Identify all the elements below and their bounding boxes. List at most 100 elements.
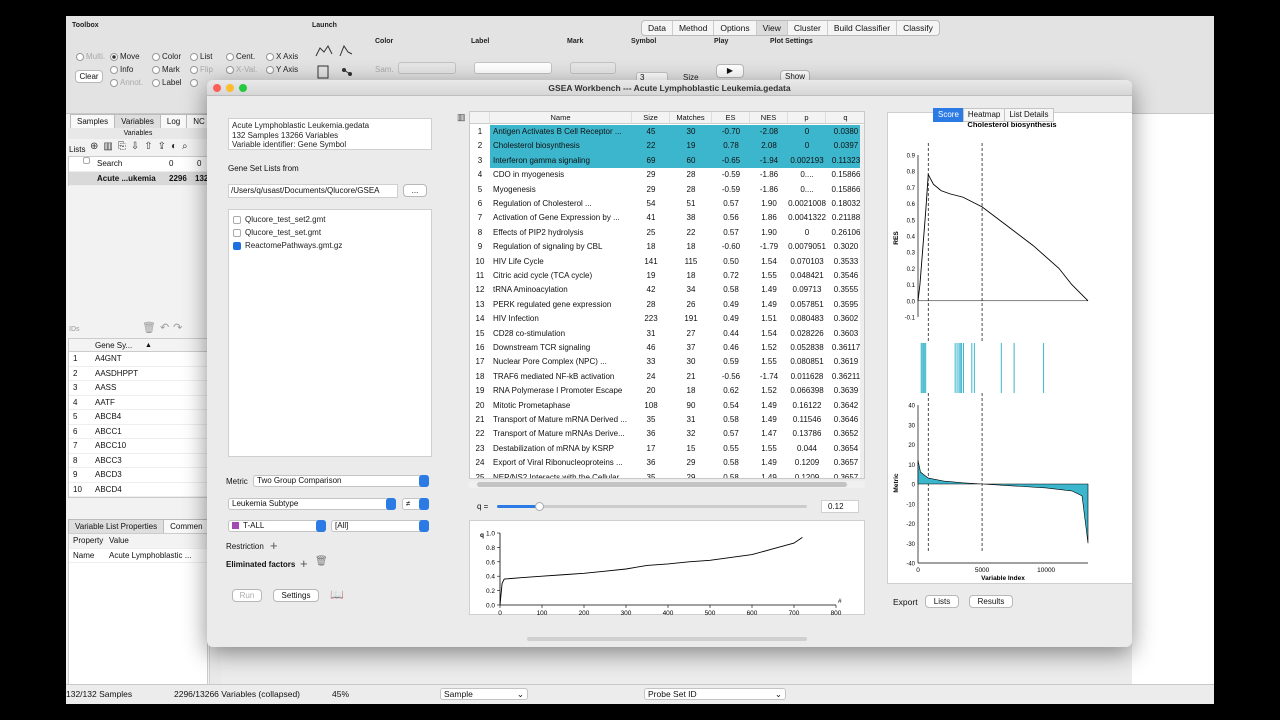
table-row[interactable]: 21 Transport of Mature mRNA Derived ... 35…	[470, 413, 864, 427]
list-option[interactable]: List	[190, 52, 212, 61]
cent-option[interactable]: Cent.	[226, 52, 255, 61]
gene-row[interactable]: 6 ABCC1	[69, 425, 207, 439]
table-row[interactable]: 12 tRNA Aminoacylation 42 34 0.58 1.49 0.09713…	[470, 283, 864, 297]
gene-row[interactable]: 10 ABCD4	[69, 483, 207, 497]
table-row[interactable]: 23 Destabilization of mRNA by KSRP 17 15 0.5…	[470, 442, 864, 456]
flip-option[interactable]: Flip	[190, 65, 213, 74]
sort-ascending-icon[interactable]: ▲	[145, 339, 152, 352]
metric-select[interactable]: Two Group Comparison	[253, 475, 429, 487]
table-row[interactable]: 4 CDO in myogenesis 29 28 -0.59 -1.86 0.... 0.1…	[470, 168, 864, 182]
table-row[interactable]: 18 TRAF6 mediated NF-kB activation 24 21 -0.…	[470, 370, 864, 384]
mark-option[interactable]: Mark	[152, 65, 180, 74]
tab-heatmap[interactable]: Heatmap	[962, 108, 1006, 122]
multi-option[interactable]: Multi.	[76, 52, 105, 61]
left-tab-samples[interactable]: Samples	[70, 114, 116, 129]
table-row[interactable]: 11 Citric acid cycle (TCA cycle) 19 18 0.72 1…	[470, 269, 864, 283]
color-select[interactable]	[398, 62, 456, 74]
gene-row[interactable]: 5 ABCB4	[69, 410, 207, 425]
group-a-select[interactable]: T-ALL	[228, 520, 326, 532]
sample-select[interactable]: Sample ⌄	[440, 688, 528, 700]
launch-icons[interactable]	[314, 42, 358, 82]
gene-set-file-item[interactable]: ReactomePathways.gmt.gz	[233, 239, 427, 252]
close-icon[interactable]	[213, 84, 221, 92]
column-header-name[interactable]: Name	[490, 112, 632, 124]
menu-tab-cluster[interactable]: Cluster	[788, 21, 828, 35]
gene-row[interactable]: 7 ABCC10	[69, 439, 207, 454]
move-option[interactable]: Move	[110, 52, 140, 61]
histogram-icon[interactable]	[339, 44, 353, 57]
annot-option[interactable]: Annot.	[110, 78, 143, 87]
gene-set-file-item[interactable]: Qlucore_test_set2.gmt	[233, 213, 427, 226]
minimize-icon[interactable]	[226, 84, 234, 92]
table-row[interactable]: 6 Regulation of Cholesterol ... 54 51 0.57 1.…	[470, 197, 864, 211]
mark-select[interactable]	[570, 62, 616, 74]
add-restriction-icon[interactable]: +	[270, 538, 278, 553]
play-button[interactable]: ▶	[716, 64, 744, 78]
column-header-matches[interactable]: Matches	[670, 112, 712, 124]
line-plot-icon[interactable]	[315, 45, 333, 57]
gene-row[interactable]: 8 ABCC3	[69, 454, 207, 468]
property-tab-1[interactable]: Commen	[163, 519, 210, 534]
add-factor-icon[interactable]: +	[300, 556, 308, 571]
gene-row[interactable]: 1 A4GNT	[69, 352, 207, 367]
tab-list-details[interactable]: List Details	[1004, 108, 1054, 122]
comparison-operator-select[interactable]: ≠	[402, 498, 429, 510]
table-icon[interactable]	[317, 65, 329, 79]
path-field[interactable]: /Users/q/usast/Documents/Qlucore/GSEA	[228, 184, 398, 198]
column-header-p[interactable]: p	[788, 112, 826, 124]
clear-button[interactable]: Clear	[75, 70, 103, 83]
menu-tab-method[interactable]: Method	[673, 21, 715, 35]
browse-button[interactable]: ...	[403, 184, 427, 197]
file-checkbox-icon[interactable]	[233, 228, 241, 237]
gene-row[interactable]: 4 AATF	[69, 396, 207, 410]
xval-option[interactable]: X-Val.	[226, 65, 257, 74]
table-row[interactable]: 3 Interferon gamma signaling 69 60 -0.65 -1.9…	[470, 153, 864, 169]
ce-option[interactable]	[190, 78, 200, 87]
zoom-icon[interactable]	[239, 84, 247, 92]
export-lists-button[interactable]: Lists	[925, 595, 959, 608]
left-tab-log[interactable]: Log	[159, 114, 188, 129]
export-results-button[interactable]: Results	[969, 595, 1013, 608]
table-horizontal-scrollbar[interactable]	[469, 481, 865, 488]
info-option[interactable]: Info	[110, 65, 133, 74]
menu-tab-data[interactable]: Data	[642, 21, 673, 35]
gene-row[interactable]: 3 AASS	[69, 381, 207, 396]
run-button[interactable]: Run	[232, 589, 262, 602]
label-option[interactable]: Label	[152, 78, 182, 87]
subtype-select[interactable]: Leukemia Subtype	[228, 498, 396, 510]
column-header-q[interactable]: q	[826, 112, 864, 124]
q-slider[interactable]	[497, 502, 807, 511]
table-row[interactable]: 9 Regulation of signaling by CBL 18 18 -0.60…	[470, 240, 864, 254]
column-header-nes[interactable]: NES	[750, 112, 788, 124]
menu-tab-build-classifier[interactable]: Build Classifier	[828, 21, 898, 35]
table-row[interactable]: 24 Export of Viral Ribonucleoproteins ...…	[470, 456, 864, 470]
table-row[interactable]: 8 Effects of PIP2 hydrolysis 25 22 0.57 1.90 0…	[470, 226, 864, 240]
column-header-size[interactable]: Size	[632, 112, 670, 124]
settings-button[interactable]: Settings	[273, 589, 319, 602]
table-row[interactable]: 20 Mitotic Prometaphase 108 90 0.54 1.49 0.161…	[470, 399, 864, 413]
left-tab-variables[interactable]: Variables	[114, 114, 161, 129]
dataset-list-row[interactable]: Acute ...ukemia 2296 132	[69, 171, 208, 186]
table-row[interactable]: 16 Downstream TCR signaling 46 37 0.46 1.52 0.…	[470, 341, 864, 355]
trash-icon[interactable]: 🗑	[315, 556, 328, 567]
gene-row[interactable]: 2 AASDHPPT	[69, 367, 207, 381]
book-icon[interactable]: 📖	[330, 588, 344, 601]
table-row[interactable]: 10 HIV Life Cycle 141 115 0.50 1.54 0.070103 0.…	[470, 255, 864, 269]
table-vertical-scrollbar[interactable]	[860, 125, 864, 478]
yaxis-option[interactable]: Y Axis	[266, 65, 298, 74]
gene-set-file-item[interactable]: Qlucore_test_set.gmt	[233, 226, 427, 239]
xaxis-option[interactable]: X Axis	[266, 52, 298, 61]
tab-score[interactable]: Score	[933, 108, 964, 122]
gsea-title-bar[interactable]: GSEA Workbench --- Acute Lymphoblastic L…	[207, 80, 1132, 96]
table-row[interactable]: 19 RNA Polymerase I Promoter Escape 20 18 0.…	[470, 384, 864, 398]
label-select[interactable]	[474, 62, 552, 74]
table-row[interactable]: 25 NEP/NS2 Interacts with the Cellular ..…	[470, 471, 864, 478]
undo-redo-icons[interactable]: 🗑↶↷	[142, 321, 186, 334]
column-header-es[interactable]: ES	[712, 112, 750, 124]
property-tab-0[interactable]: Variable List Properties	[68, 519, 165, 534]
gene-row[interactable]: 9 ABCD3	[69, 468, 207, 483]
group-b-select[interactable]: [All]	[331, 520, 429, 532]
column-settings-icon[interactable]: ▥	[457, 112, 466, 123]
table-row[interactable]: 7 Activation of Gene Expression by ... 41 3…	[470, 211, 864, 225]
menu-tab-view[interactable]: View	[756, 21, 788, 35]
